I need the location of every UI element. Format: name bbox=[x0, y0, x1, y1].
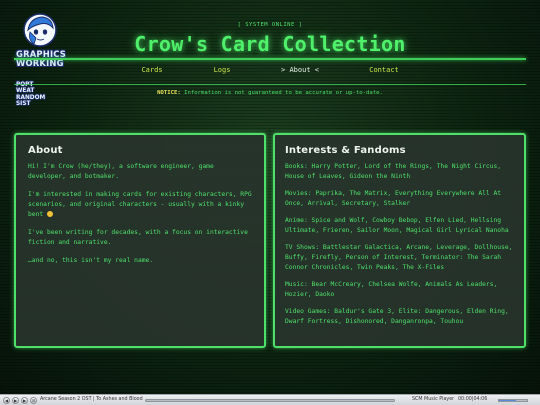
interest-tv-shows: TV Shows: Battlestar Galactica, Arcane, … bbox=[285, 244, 513, 271]
about-paragraph: I've been writing for decades, with a fo… bbox=[28, 229, 248, 246]
interest-video-games: Video Games: Baldur's Gate 3, Elite: Dan… bbox=[285, 308, 509, 325]
about-paragraph: …and no, this isn't my real name. bbox=[28, 257, 154, 264]
notice-label: NOTICE: bbox=[157, 90, 181, 96]
nav-contact[interactable]: Contact bbox=[369, 66, 399, 74]
next-track-icon[interactable]: ▶ bbox=[21, 397, 28, 404]
interest-music: Music: Bear McCreary, Chelsea Wolfe, Ani… bbox=[285, 281, 498, 298]
playback-time: 00:00|04:06 bbox=[458, 397, 488, 402]
notice-text: Information is not guaranteed to be accu… bbox=[184, 90, 383, 96]
player-name: SCM Music Player bbox=[412, 397, 455, 402]
play-icon[interactable]: ▶ bbox=[12, 397, 19, 404]
interests-heading: Interests & Fandoms bbox=[285, 145, 406, 156]
seek-bar[interactable] bbox=[145, 399, 395, 402]
interests-panel: Interests & Fandoms Books: Harry Potter,… bbox=[273, 133, 526, 348]
volume-level bbox=[499, 400, 516, 401]
logo-sub-line: SIST bbox=[16, 101, 31, 108]
about-panel: About Hi! I'm Crow (he/they), a software… bbox=[14, 133, 266, 348]
header-divider-bottom bbox=[14, 84, 526, 85]
interest-anime: Anime: Spice and Wolf, Cowboy Bebop, Elf… bbox=[285, 217, 509, 234]
smile-emoji-icon bbox=[46, 211, 53, 217]
header-divider-top bbox=[14, 58, 526, 60]
prev-track-icon[interactable]: ◀ bbox=[3, 397, 10, 404]
page-title: Crow's Card Collection bbox=[134, 32, 406, 56]
nav-logs[interactable]: Logs bbox=[214, 66, 231, 74]
main-nav: Cards Logs > About < Contact bbox=[0, 66, 540, 80]
about-paragraph: Hi! I'm Crow (he/they), a software engin… bbox=[28, 163, 214, 180]
system-status: [ SYSTEM ONLINE ] bbox=[237, 22, 303, 28]
about-heading: About bbox=[28, 145, 63, 156]
about-paragraph-text: I'm interested in making cards for exist… bbox=[28, 191, 252, 218]
interest-books: Books: Harry Potter, Lord of the Rings, … bbox=[285, 163, 502, 180]
nav-cards[interactable]: Cards bbox=[141, 66, 162, 74]
nav-about[interactable]: > About < bbox=[281, 66, 319, 74]
interest-movies: Movies: Paprika, The Matrix, Everything … bbox=[285, 190, 502, 207]
playlist-icon[interactable]: ☰ bbox=[30, 397, 37, 404]
volume-slider[interactable] bbox=[498, 399, 528, 402]
now-playing-title: Arcane Season 2 OST | To Ashes and Blood bbox=[40, 397, 143, 402]
music-player-bar: ◀ ▶ ▶ ☰ Arcane Season 2 OST | To Ashes a… bbox=[0, 394, 540, 405]
about-paragraph: I'm interested in making cards for exist… bbox=[28, 190, 252, 220]
notice-banner: NOTICE: Information is not guaranteed to… bbox=[0, 90, 540, 96]
